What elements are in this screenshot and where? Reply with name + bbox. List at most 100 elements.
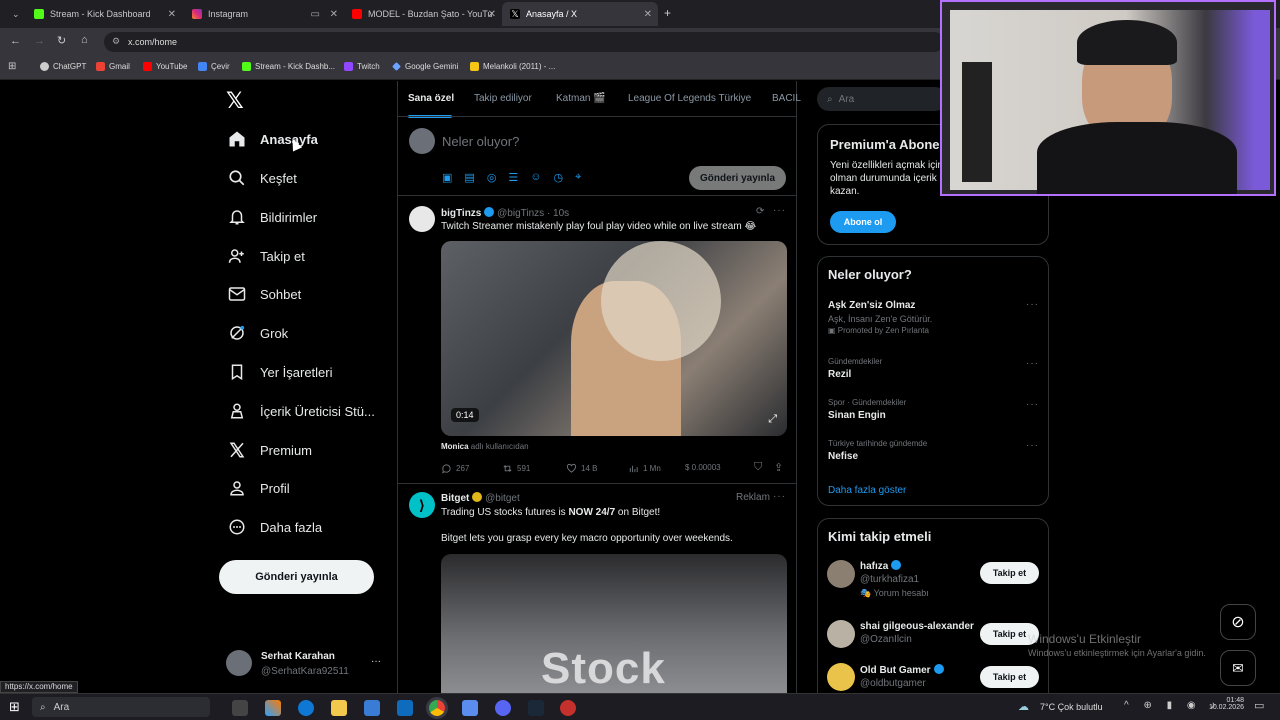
follow-button[interactable]: Takip et	[980, 562, 1039, 584]
task-view-icon[interactable]	[232, 700, 248, 716]
edge-icon[interactable]	[298, 700, 314, 716]
post-video[interactable]: 0:14 ⤢	[441, 241, 787, 436]
tab-following[interactable]: Takip ediliyor	[474, 93, 532, 104]
post-handle[interactable]: @bitget	[485, 493, 520, 504]
address-bar[interactable]: ⚙ x.com/home	[104, 32, 944, 52]
tab-youtube[interactable]: MODEL - Buzdan Şato - YouTu ✕	[344, 2, 502, 26]
suggested-user[interactable]: Old But Gamer @oldbutgamer	[860, 664, 944, 689]
trend-item[interactable]: Türkiye tarihinde gündemde Nefise	[828, 439, 927, 462]
file-explorer-icon[interactable]	[331, 700, 347, 716]
discord-icon[interactable]	[495, 700, 511, 716]
avatar[interactable]	[827, 663, 855, 691]
credit-user[interactable]: Monica	[441, 442, 469, 451]
app-icon[interactable]	[462, 700, 478, 716]
bookmark-gemini[interactable]: Google Gemini	[392, 62, 458, 71]
close-icon[interactable]: ✕	[168, 9, 176, 20]
clock[interactable]: 01:48 10.02.2026	[1204, 697, 1244, 711]
share-icon[interactable]: ⇪	[774, 461, 783, 474]
post-more-icon[interactable]: ···	[773, 205, 786, 216]
bookmark-translate[interactable]: Çevir	[198, 62, 230, 71]
nav-profile[interactable]: Profil	[222, 472, 290, 504]
store-icon[interactable]	[364, 700, 380, 716]
views-button[interactable]: 1 Mn	[628, 463, 661, 474]
nav-chat[interactable]: Sohbet	[222, 278, 301, 310]
trend-item[interactable]: Spor · Gündemdekiler Sinan Engin	[828, 398, 906, 421]
tab-lol-turkiye[interactable]: League Of Legends Türkiye	[628, 93, 751, 104]
media-icon[interactable]: ▭	[311, 9, 320, 20]
close-icon[interactable]: ✕	[644, 9, 652, 20]
suggested-user[interactable]: shai gilgeous-alexander @OzanIlcin	[860, 621, 974, 645]
search-input[interactable]: ⌕ Ara	[817, 87, 947, 111]
ad-image[interactable]: Stock	[441, 554, 787, 693]
tab-list-button[interactable]: ⌄	[4, 2, 26, 26]
nav-notifications[interactable]: Bildirimler	[222, 201, 317, 233]
repost-button[interactable]: 591	[502, 463, 530, 474]
post-button[interactable]: Gönderi yayınla	[219, 560, 374, 594]
bookmark-chatgpt[interactable]: ChatGPT	[40, 62, 86, 71]
forward-icon[interactable]: →	[34, 35, 45, 47]
reply-button[interactable]: 267	[441, 463, 469, 474]
tab-kick-dashboard[interactable]: Stream - Kick Dashboard ✕	[26, 2, 182, 26]
notifications-icon[interactable]: ▭	[1254, 699, 1264, 712]
composer-post-button[interactable]: Gönderi yayınla	[689, 166, 786, 190]
new-tab-button[interactable]: +	[664, 6, 671, 20]
windows-start-icon[interactable]: ⊞	[9, 699, 20, 715]
trend-item[interactable]: Gündemdekiler Rezil	[828, 357, 882, 380]
bookmark-gmail[interactable]: Gmail	[96, 62, 130, 71]
poll-icon[interactable]: ☰	[508, 171, 518, 184]
show-more-link[interactable]: Daha fazla göster	[828, 485, 906, 496]
emoji-icon[interactable]: ☺	[530, 171, 541, 184]
trend-more-icon[interactable]: ···	[1026, 399, 1039, 410]
post-more-icon[interactable]: ···	[773, 491, 786, 502]
nav-follow[interactable]: Takip et	[222, 240, 305, 272]
apps-grid-icon[interactable]: ⊞	[8, 61, 16, 72]
avatar[interactable]	[827, 560, 855, 588]
tab-bacil[interactable]: BACIL	[772, 93, 801, 104]
trend-item[interactable]: Aşk Zen'siz Olmaz Aşk, İnsanı Zen'e Götü…	[828, 300, 932, 335]
bitget-logo-icon[interactable]: ⟩	[409, 492, 435, 518]
post-avatar[interactable]	[409, 206, 435, 232]
like-button[interactable]: 14 B	[566, 463, 597, 474]
grok-float-icon[interactable]: ⊘	[1220, 604, 1256, 640]
post-author[interactable]: bigTinzs	[441, 208, 481, 219]
bookmark-twitch[interactable]: Twitch	[344, 62, 380, 71]
weather-text[interactable]: 7°C Çok bulutlu	[1040, 702, 1103, 712]
post-handle[interactable]: @bigTinzs · 10s	[497, 208, 569, 219]
tab-x-home[interactable]: 𝕏 Anasayfa / X ✕	[502, 2, 658, 26]
nav-bookmarks[interactable]: Yer İşaretleri	[222, 356, 333, 388]
nav-premium[interactable]: Premium	[222, 434, 312, 466]
account-menu-icon[interactable]: ···	[371, 656, 381, 667]
trend-more-icon[interactable]: ···	[1026, 358, 1039, 369]
post-author[interactable]: Bitget	[441, 493, 469, 504]
back-icon[interactable]: ←	[10, 35, 21, 47]
composer-input[interactable]: Neler oluyor?	[442, 134, 519, 149]
bookmark-kick[interactable]: Stream - Kick Dashb...	[242, 62, 335, 71]
obs-icon[interactable]	[560, 700, 576, 716]
suggested-user[interactable]: hafıza @turkhafiza1 🎭 Yorum hesabı	[860, 560, 929, 599]
tab-instagram[interactable]: Instagram ▭ ✕	[184, 2, 344, 26]
steam-icon[interactable]	[528, 700, 544, 716]
nav-creator-studio[interactable]: İçerik Üreticisi Stü...	[222, 395, 375, 427]
follow-button[interactable]: Takip et	[980, 666, 1039, 688]
bookmark-melankoli[interactable]: Melankoli (2011) - ...	[470, 62, 555, 71]
close-icon[interactable]: ✕	[488, 9, 496, 20]
nav-more[interactable]: Daha fazla	[222, 511, 322, 543]
tab-for-you[interactable]: Sana özel	[408, 93, 454, 104]
subscribe-button[interactable]: Abone ol	[830, 211, 896, 233]
image-icon[interactable]: ▣	[442, 171, 452, 184]
location-icon[interactable]: ⌖	[575, 171, 581, 184]
reload-icon[interactable]: ↻	[57, 34, 66, 47]
copilot-icon[interactable]	[265, 700, 281, 716]
trend-more-icon[interactable]: ···	[1026, 299, 1039, 310]
nav-home[interactable]: Anasayfa	[222, 123, 318, 155]
messages-float-icon[interactable]: ✉	[1220, 650, 1256, 686]
bookmark-youtube[interactable]: YouTube	[143, 62, 187, 71]
fullscreen-icon[interactable]: ⤢	[768, 413, 777, 426]
avatar[interactable]	[827, 620, 855, 648]
schedule-icon[interactable]: ◷	[554, 171, 564, 184]
nav-grok[interactable]: Grok	[222, 317, 288, 349]
x-logo-icon[interactable]: 𝕏	[226, 88, 244, 114]
nav-explore[interactable]: Keşfet	[222, 162, 297, 194]
trend-more-icon[interactable]: ···	[1026, 440, 1039, 451]
bookmark-icon[interactable]: ⛉	[754, 461, 762, 474]
